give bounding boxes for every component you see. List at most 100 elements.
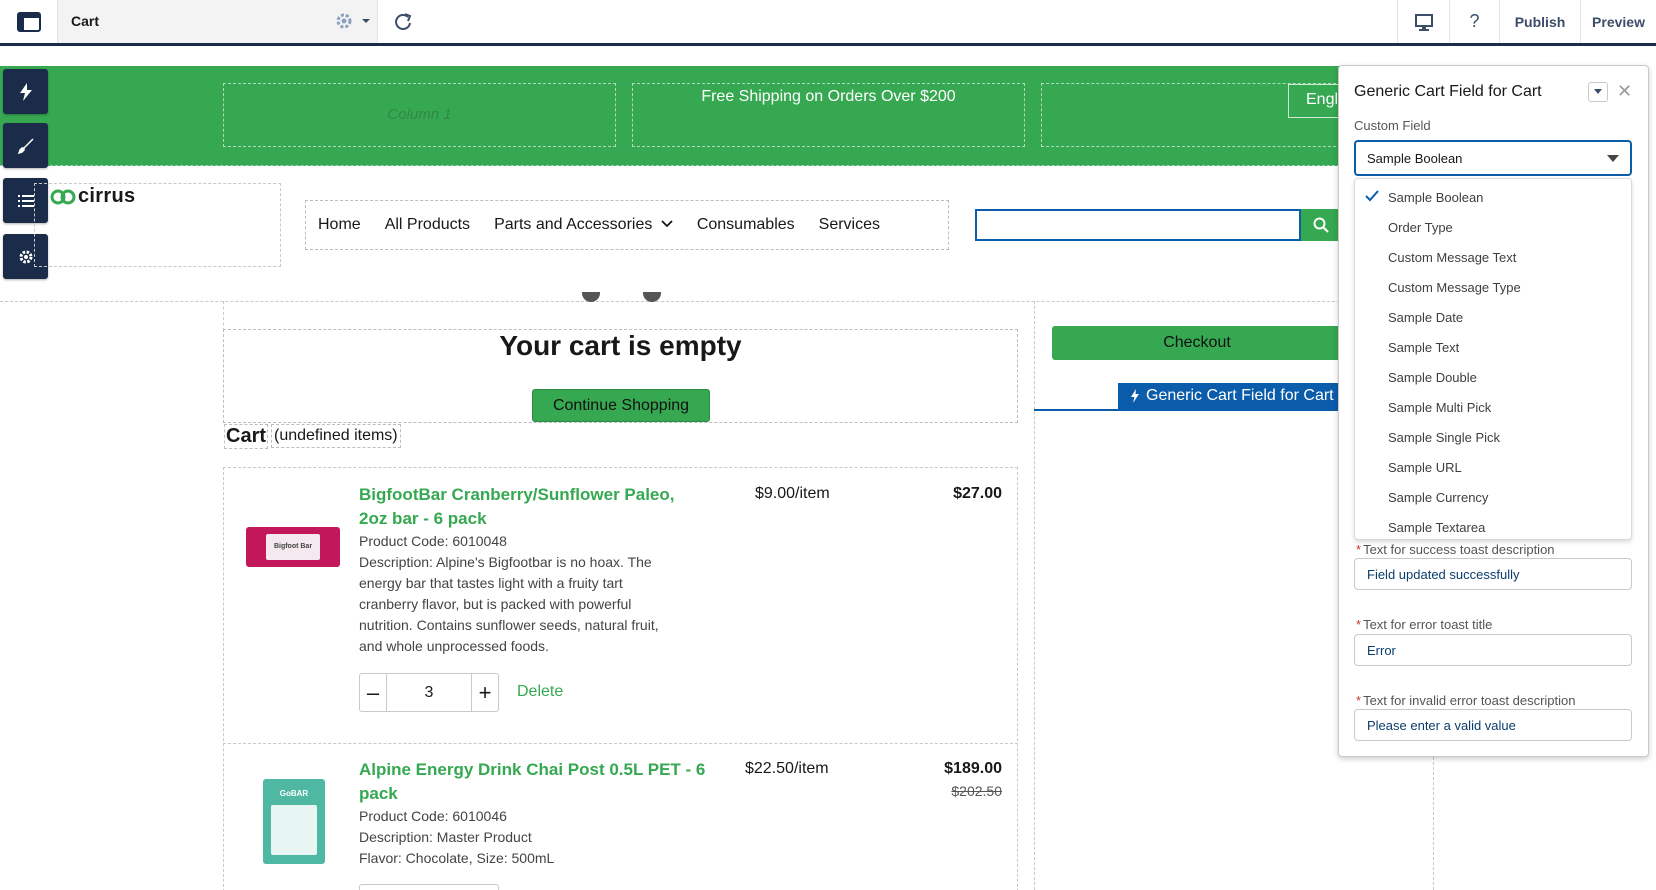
device-preview-button[interactable]	[1397, 0, 1449, 43]
nav-item-parts-and-accessories[interactable]: Parts and Accessories	[494, 216, 673, 234]
product-box-graphic	[271, 805, 317, 855]
continue-shopping-button[interactable]: Continue Shopping	[532, 389, 710, 422]
help-button[interactable]: ?	[1449, 0, 1499, 43]
product-description-line: energy bar that tastes light with a frui…	[359, 575, 623, 591]
main-navigation: Home All Products Parts and Accessories …	[305, 200, 949, 250]
dropdown-caret-icon	[1607, 155, 1619, 162]
section-divider	[0, 301, 1340, 302]
option-sample-boolean[interactable]: Sample Boolean	[1355, 182, 1631, 212]
success-desc-input[interactable]: Field updated successfully	[1354, 558, 1632, 590]
custom-field-select[interactable]: Sample Boolean	[1354, 140, 1632, 176]
product-image[interactable]: GoBAR	[263, 779, 325, 864]
option-sample-double[interactable]: Sample Double	[1355, 362, 1631, 392]
option-label: Sample Multi Pick	[1388, 399, 1492, 415]
field-label-text: Text for success toast description	[1363, 542, 1555, 557]
close-icon[interactable]: ✕	[1617, 81, 1632, 102]
option-custom-message-text[interactable]: Custom Message Text	[1355, 242, 1631, 272]
app-menu-button[interactable]	[0, 0, 58, 43]
checkout-button[interactable]: Checkout	[1052, 326, 1342, 360]
product-description-line: nutrition. Contains sunflower seeds, nat…	[359, 617, 659, 633]
product-name[interactable]: Alpine Energy Drink Chai Post 0.5L PET -…	[359, 758, 705, 806]
panel-menu-button[interactable]	[1588, 82, 1608, 102]
logo-text: cirrus	[78, 185, 136, 207]
custom-field-selected-value: Sample Boolean	[1367, 150, 1463, 166]
banner-column-2[interactable]: Free Shipping on Orders Over $200	[632, 83, 1025, 147]
option-sample-url[interactable]: Sample URL	[1355, 452, 1631, 482]
option-sample-multi-pick[interactable]: Sample Multi Pick	[1355, 392, 1631, 422]
page-title: Cart	[71, 13, 100, 29]
unit-price: $9.00/item	[755, 485, 830, 502]
quantity-value[interactable]: 3	[386, 674, 472, 711]
option-label: Sample Date	[1388, 309, 1464, 325]
preview-button[interactable]: Preview	[1580, 0, 1656, 43]
product-name[interactable]: BigfootBar Cranberry/Sunflower Paleo, 2o…	[359, 483, 675, 531]
field-label-text: Text for invalid error toast description	[1363, 693, 1576, 708]
option-label: Sample Single Pick	[1388, 429, 1500, 445]
success-desc-label: * Text for success toast description	[1356, 542, 1555, 557]
brush-icon	[17, 137, 34, 154]
product-name-line: Alpine Energy Drink Chai Post 0.5L PET -…	[359, 760, 706, 779]
product-description-line: Description: Alpine's Bigfootbar is no h…	[359, 554, 652, 570]
selection-outline	[1034, 409, 1340, 411]
option-custom-message-type[interactable]: Custom Message Type	[1355, 272, 1631, 302]
publish-button[interactable]: Publish	[1499, 0, 1580, 43]
quantity-stepper[interactable]	[359, 884, 499, 890]
search-input[interactable]	[975, 209, 1301, 241]
option-label: Sample Boolean	[1388, 189, 1484, 205]
invalid-desc-input[interactable]: Please enter a valid value	[1354, 709, 1632, 741]
search-button[interactable]	[1301, 209, 1341, 241]
builder-toolbar: Cart ? Publish Preview	[0, 0, 1656, 46]
custom-field-options: Sample Boolean Order Type Custom Message…	[1354, 178, 1632, 540]
product-description-line: Flavor: Chocolate, Size: 500mL	[359, 850, 555, 866]
panel-title: Generic Cart Field for Cart	[1354, 83, 1542, 100]
option-sample-text[interactable]: Sample Text	[1355, 332, 1631, 362]
search-icon	[1313, 217, 1329, 233]
nav-item-consumables[interactable]: Consumables	[697, 216, 795, 234]
option-order-type[interactable]: Order Type	[1355, 212, 1631, 242]
refresh-icon[interactable]	[392, 11, 414, 33]
nav-item-all-products[interactable]: All Products	[385, 216, 470, 234]
delete-item-link[interactable]: Delete	[517, 683, 563, 701]
theme-button[interactable]	[3, 123, 48, 168]
page-settings-gear-icon[interactable]	[334, 11, 354, 31]
option-sample-single-pick[interactable]: Sample Single Pick	[1355, 422, 1631, 452]
product-code: Product Code: 6010046	[359, 808, 507, 824]
product-description-line: Description: Master Product	[359, 829, 532, 845]
nav-item-services[interactable]: Services	[819, 216, 880, 234]
option-sample-currency[interactable]: Sample Currency	[1355, 482, 1631, 512]
nav-item-home[interactable]: Home	[318, 216, 361, 234]
product-image[interactable]: Bigfoot Bar	[246, 527, 340, 567]
check-icon	[1365, 190, 1379, 202]
shipping-message: Free Shipping on Orders Over $200	[701, 88, 956, 105]
product-description-line: cranberry flavor, but is packed with pow…	[359, 596, 632, 612]
product-details: Product Code: 6010048 Description: Alpin…	[359, 531, 659, 657]
product-name-line: BigfootBar Cranberry/Sunflower Paleo,	[359, 485, 675, 504]
line-total: $189.00	[944, 760, 1002, 777]
increase-quantity-button[interactable]: +	[472, 674, 498, 711]
required-marker: *	[1356, 617, 1362, 632]
invalid-desc-label: * Text for invalid error toast descriptio…	[1356, 693, 1576, 708]
option-label: Order Type	[1388, 219, 1453, 235]
product-description-line: and whole unprocessed foods.	[359, 638, 549, 654]
page-selector[interactable]: Cart	[58, 0, 378, 43]
original-price: $202.50	[951, 783, 1002, 799]
option-sample-date[interactable]: Sample Date	[1355, 302, 1631, 332]
components-button[interactable]	[3, 69, 48, 114]
product-details: Product Code: 6010046 Description: Maste…	[359, 806, 554, 869]
product-code: Product Code: 6010048	[359, 533, 507, 549]
product-name-line: 2oz bar - 6 pack	[359, 509, 487, 528]
required-marker: *	[1356, 693, 1362, 708]
custom-field-label: Custom Field	[1354, 118, 1431, 133]
option-sample-textarea[interactable]: Sample Textarea	[1355, 512, 1631, 539]
product-image-label: Bigfoot Bar	[266, 534, 320, 560]
chevron-down-icon[interactable]	[359, 14, 373, 28]
selected-component-tag[interactable]: Generic Cart Field for Cart	[1118, 383, 1342, 409]
option-label: Sample Textarea	[1388, 519, 1486, 535]
option-label: Sample Text	[1388, 339, 1460, 355]
layout-icon	[16, 11, 41, 32]
banner-column-1[interactable]: Column 1	[223, 83, 616, 147]
option-label: Sample Currency	[1388, 489, 1489, 505]
error-title-input[interactable]: Error	[1354, 634, 1632, 666]
cart-heading: Cart	[224, 424, 269, 449]
decrease-quantity-button[interactable]: –	[360, 674, 386, 711]
